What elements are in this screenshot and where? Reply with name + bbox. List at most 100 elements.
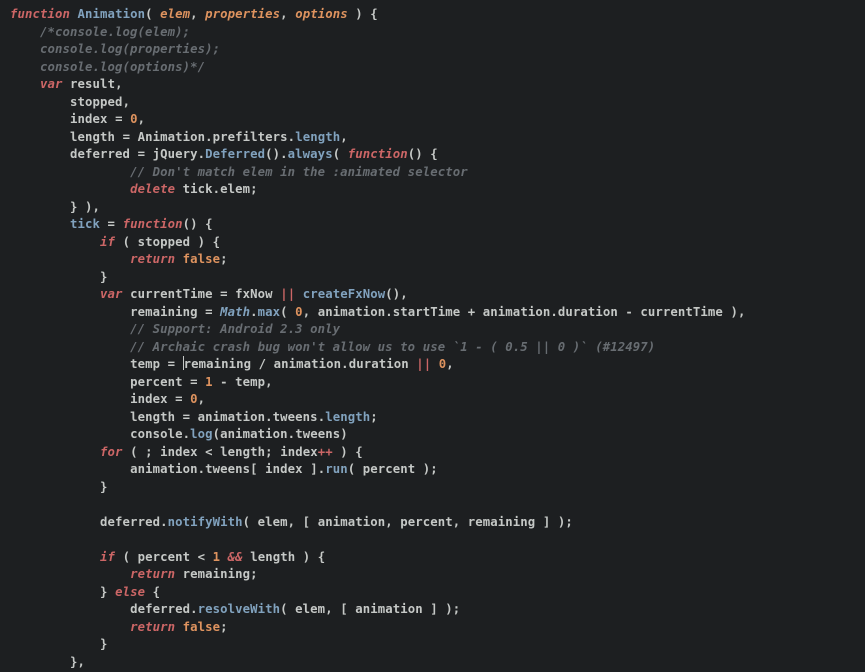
code-token: prefilters: [213, 130, 288, 144]
code-token: remaining: [184, 357, 252, 371]
code-token: Deferred: [205, 147, 265, 161]
code-token: ,: [198, 392, 206, 406]
code-token: false: [183, 252, 221, 266]
code-token: animation: [318, 515, 386, 529]
code-token: function: [10, 7, 70, 21]
code-line: if ( percent < 1 && length ) {: [10, 550, 325, 564]
code-token: .: [190, 602, 198, 616]
code-token: , [: [325, 602, 355, 616]
code-token: .: [213, 182, 221, 196]
code-token: ().: [265, 147, 288, 161]
code-token: [220, 550, 228, 564]
code-token: console.log(properties);: [40, 42, 220, 56]
code-token: /*console.log(elem);: [40, 25, 190, 39]
code-token: animation: [483, 305, 551, 319]
code-token: =: [115, 130, 138, 144]
code-token: var: [40, 77, 63, 91]
code-token: elem: [220, 182, 250, 196]
code-token: Math: [220, 305, 250, 319]
code-token: remaining: [183, 567, 251, 581]
code-token: animation: [274, 357, 342, 371]
code-token: duration: [558, 305, 618, 319]
code-token: currentTime: [640, 305, 723, 319]
code-token: },: [70, 655, 85, 669]
code-token: [175, 567, 183, 581]
code-token: -: [213, 375, 236, 389]
code-token: createFxNow: [303, 287, 386, 301]
code-token: [123, 287, 131, 301]
code-token: [175, 182, 183, 196]
code-line: } ),: [10, 200, 100, 214]
code-token: [431, 357, 439, 371]
code-token: return: [130, 252, 175, 266]
code-token: false: [183, 620, 221, 634]
code-token: percent: [400, 515, 453, 529]
code-token: (: [115, 235, 138, 249]
code-line: tick = function() {: [10, 217, 213, 231]
code-token: 0: [190, 392, 198, 406]
code-token: =: [183, 375, 206, 389]
code-token: percent: [363, 462, 416, 476]
code-line: if ( stopped ) {: [10, 235, 220, 249]
code-token: , [: [288, 515, 318, 529]
code-token: ,: [453, 515, 468, 529]
code-line: delete tick.elem;: [10, 182, 258, 196]
code-token: (: [348, 462, 363, 476]
code-token: animation: [355, 602, 423, 616]
code-token: ++: [318, 445, 333, 459]
code-line: length = animation.tweens.length;: [10, 410, 378, 424]
code-token: index: [265, 462, 303, 476]
code-line: } else {: [10, 585, 160, 599]
code-token: ||: [416, 357, 431, 371]
code-token: [175, 620, 183, 634]
code-token: options: [295, 7, 348, 21]
code-token: if: [100, 235, 115, 249]
code-token: }: [100, 585, 115, 599]
code-token: // Don't match elem in the :animated sel…: [130, 165, 468, 179]
code-token: 1: [205, 375, 213, 389]
code-token: tweens: [273, 410, 318, 424]
code-token: .: [550, 305, 558, 319]
code-token: ||: [280, 287, 295, 301]
code-token: ,: [123, 95, 131, 109]
code-line: animation.tweens[ index ].run( percent )…: [10, 462, 438, 476]
code-line: // Don't match elem in the :animated sel…: [10, 165, 468, 179]
code-token: 1: [213, 550, 221, 564]
code-token: (: [280, 305, 295, 319]
code-token: [: [250, 462, 265, 476]
code-line: index = 0,: [10, 112, 145, 126]
code-token: ].: [303, 462, 326, 476]
code-token: =: [100, 217, 123, 231]
code-token: .: [341, 357, 349, 371]
code-editor-view[interactable]: function Animation( elem, properties, op…: [0, 0, 865, 672]
code-token: .: [198, 147, 206, 161]
code-token: }: [100, 480, 108, 494]
code-token: &&: [228, 550, 243, 564]
code-token: Animation: [138, 130, 206, 144]
code-token: .: [250, 305, 258, 319]
code-token: remaining: [130, 305, 198, 319]
code-token: length: [220, 445, 265, 459]
code-line: function Animation( elem, properties, op…: [10, 7, 378, 21]
code-token: ] );: [423, 602, 461, 616]
code-token: notifyWith: [168, 515, 243, 529]
code-token: =: [130, 147, 153, 161]
code-token: deferred: [100, 515, 160, 529]
code-token: .: [265, 410, 273, 424]
code-token: [70, 7, 78, 21]
code-line: console.log(properties);: [10, 42, 220, 56]
code-token: .: [183, 427, 191, 441]
code-token: =: [198, 305, 221, 319]
code-token: =: [175, 410, 198, 424]
code-token: length: [130, 410, 175, 424]
code-token: // Support: Android 2.3 only: [130, 322, 340, 336]
code-token: percent: [130, 375, 183, 389]
code-token: log: [190, 427, 213, 441]
code-token: max: [258, 305, 281, 319]
code-token: ;: [370, 410, 378, 424]
code-token: (: [115, 550, 138, 564]
code-token: if: [100, 550, 115, 564]
code-token: ,: [385, 515, 400, 529]
code-token: tick: [183, 182, 213, 196]
code-token: fxNow: [235, 287, 273, 301]
